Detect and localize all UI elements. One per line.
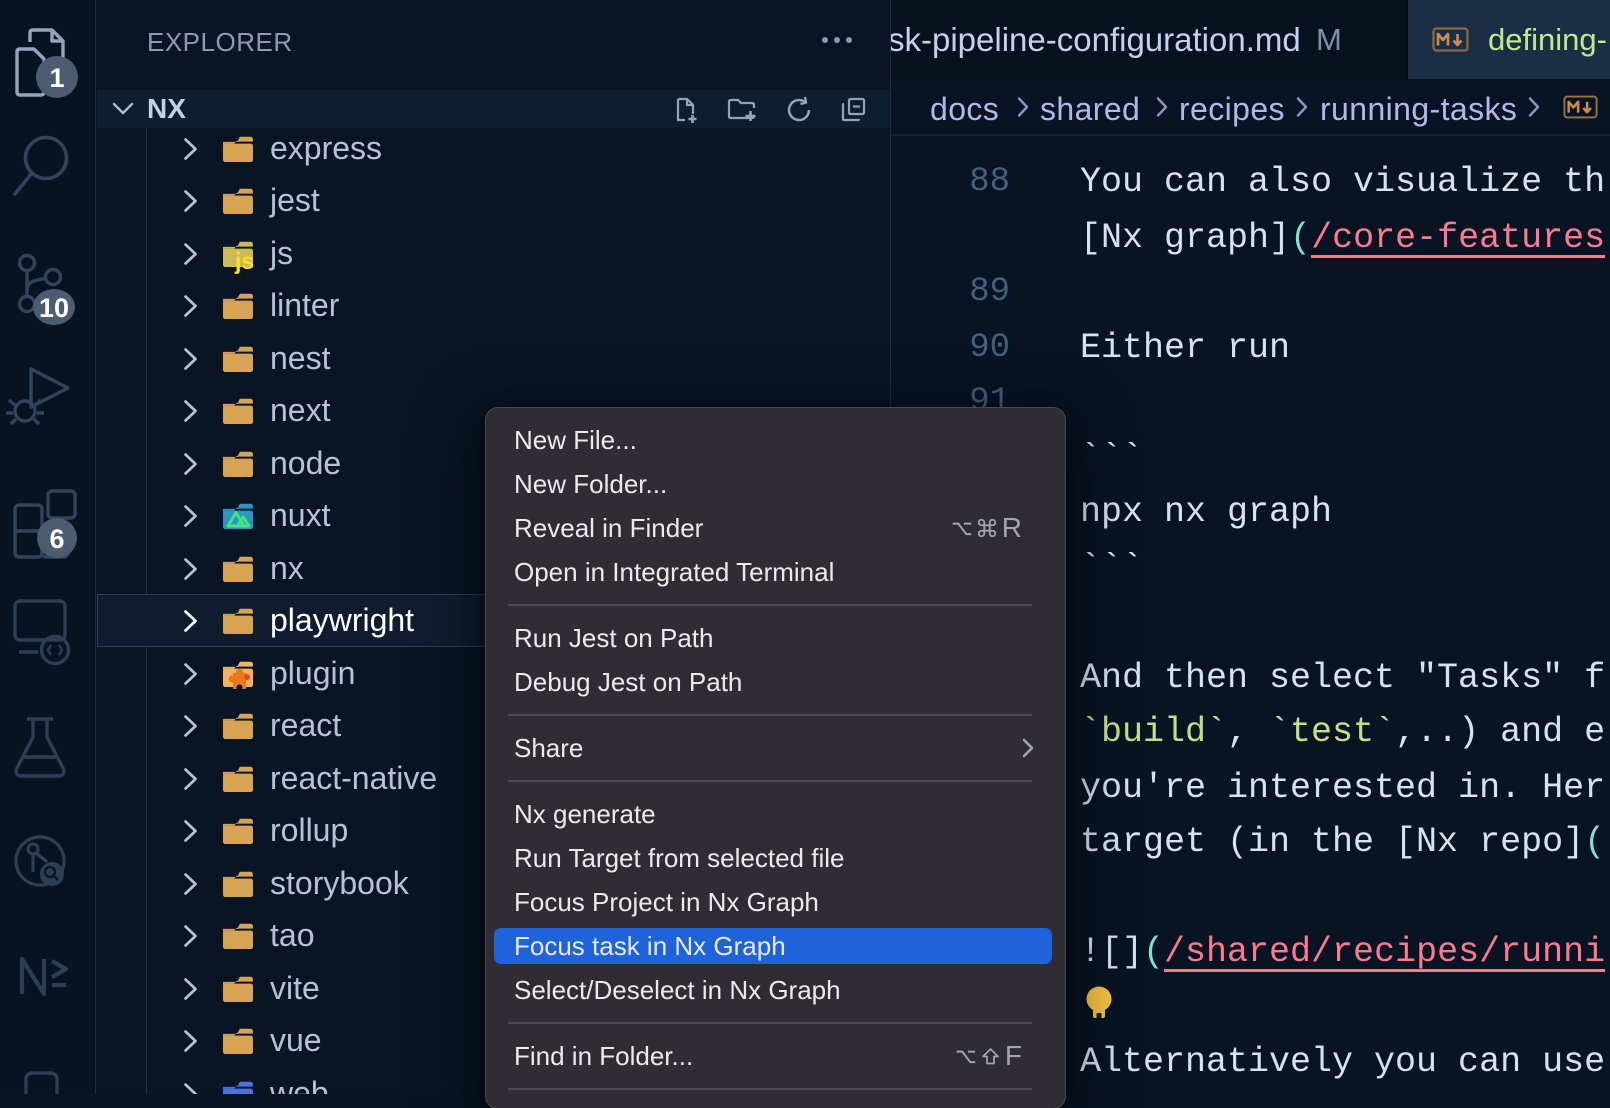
svg-text:1: 1 — [49, 63, 64, 93]
svg-text:js: js — [234, 248, 254, 274]
svg-text:10: 10 — [39, 293, 69, 323]
svg-text:6: 6 — [49, 524, 64, 554]
